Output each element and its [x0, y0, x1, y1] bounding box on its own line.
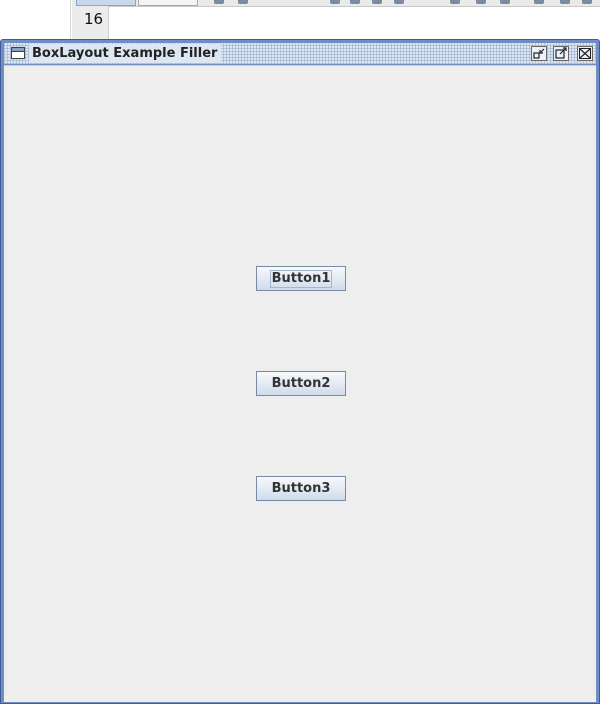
- content-pane: Button1 Button2 Button3: [4, 65, 596, 702]
- toolbar-icon[interactable]: [450, 0, 460, 4]
- toolbar-icon[interactable]: [350, 0, 360, 4]
- button-3[interactable]: Button3: [256, 476, 346, 501]
- toolbar-icon[interactable]: [534, 0, 544, 4]
- maximize-icon: [555, 47, 567, 59]
- maximize-button[interactable]: [553, 46, 569, 61]
- toolbar-icon[interactable]: [394, 0, 404, 4]
- toolbar-icon[interactable]: [582, 0, 592, 4]
- button-1-label: Button1: [269, 270, 333, 288]
- toolbar-icon[interactable]: [238, 0, 248, 4]
- window-icon[interactable]: [11, 47, 25, 59]
- iconify-button[interactable]: [531, 46, 547, 61]
- button-2[interactable]: Button2: [256, 371, 346, 396]
- button-2-label: Button2: [271, 376, 331, 391]
- toolbar-icon[interactable]: [560, 0, 570, 4]
- title-bar[interactable]: BoxLayout Example Filler: [4, 43, 596, 64]
- toolbar-icon[interactable]: [214, 0, 224, 4]
- iconify-icon: [533, 48, 545, 59]
- button-1[interactable]: Button1: [256, 266, 346, 291]
- toolbar-icon[interactable]: [500, 0, 510, 4]
- close-button[interactable]: [577, 46, 593, 61]
- internal-frame[interactable]: BoxLayout Example Filler Button1 Button2…: [0, 39, 600, 704]
- ide-left-pane: [0, 0, 71, 40]
- ide-tab[interactable]: [138, 0, 198, 6]
- line-number: 16: [84, 10, 104, 28]
- toolbar-icon[interactable]: [372, 0, 382, 4]
- button-3-label: Button3: [271, 481, 331, 496]
- window-title: BoxLayout Example Filler: [29, 44, 222, 63]
- ide-background: 16: [0, 0, 600, 40]
- close-icon: [579, 48, 591, 59]
- toolbar-icon[interactable]: [330, 0, 340, 4]
- toolbar-icon[interactable]: [476, 0, 486, 4]
